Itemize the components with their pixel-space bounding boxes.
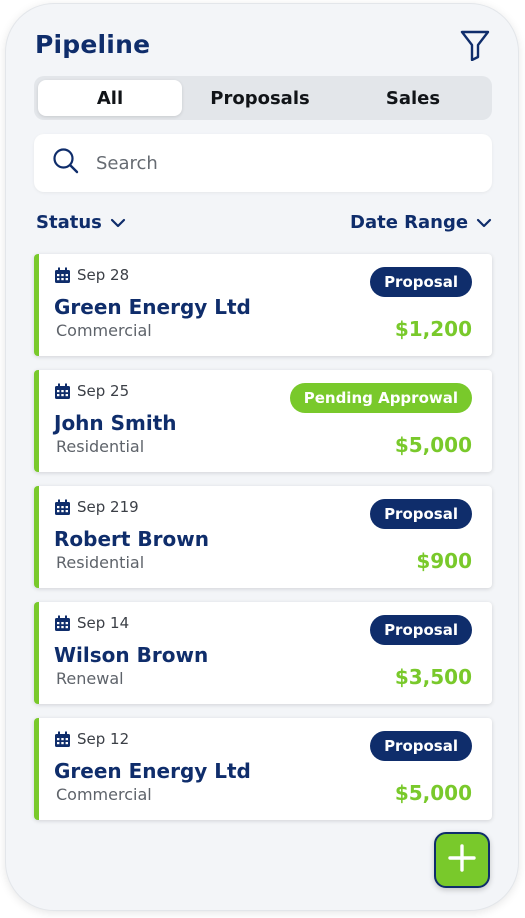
deal-card[interactable]: Sep 25 John Smith Residential Pending Ap…: [34, 370, 492, 472]
status-badge: Proposal: [370, 615, 472, 645]
deal-name: Green Energy Ltd: [54, 295, 251, 319]
date-range-dropdown-label: Date Range: [350, 212, 469, 233]
status-dropdown[interactable]: Status: [36, 212, 126, 233]
deal-date: Sep 12: [54, 730, 129, 748]
deal-date: Sep 25: [54, 382, 129, 400]
page-title: Pipeline: [35, 30, 151, 59]
chevron-down-icon: [476, 218, 492, 228]
deal-date: Sep 28: [54, 266, 129, 284]
filter-icon: [460, 29, 490, 65]
deal-card[interactable]: Sep 28 Green Energy Ltd Commercial Propo…: [34, 254, 492, 356]
deal-type: Residential: [56, 553, 145, 572]
deal-name: Wilson Brown: [54, 643, 209, 667]
deal-date-text: Sep 14: [77, 614, 130, 632]
status-badge: Proposal: [370, 267, 472, 297]
status-dropdown-label: Status: [36, 212, 102, 233]
deal-list: Sep 28 Green Energy Ltd Commercial Propo…: [34, 254, 492, 834]
deal-amount: $5,000: [394, 433, 472, 457]
add-deal-button[interactable]: [434, 832, 490, 888]
calendar-icon: [54, 267, 71, 284]
deal-amount: $3,500: [394, 665, 472, 689]
deal-type: Commercial: [56, 321, 152, 340]
deal-card[interactable]: Sep 14 Wilson Brown Renewal Proposal $3,…: [34, 602, 492, 704]
deal-date-text: Sep 219: [77, 498, 139, 516]
calendar-icon: [54, 731, 71, 748]
deal-amount: $1,200: [394, 317, 472, 341]
deal-type: Renewal: [56, 669, 124, 688]
calendar-icon: [54, 615, 71, 632]
deal-amount: $900: [416, 549, 472, 573]
deal-card[interactable]: Sep 219 Robert Brown Residential Proposa…: [34, 486, 492, 588]
deal-amount: $5,000: [394, 781, 472, 805]
deal-name: John Smith: [54, 411, 177, 435]
app-screen: Pipeline All Proposals Sales Status Date…: [6, 4, 518, 910]
deal-date: Sep 219: [54, 498, 139, 516]
tab-sales[interactable]: Sales: [338, 80, 488, 116]
deal-date-text: Sep 12: [77, 730, 130, 748]
status-badge: Pending Approwal: [289, 383, 472, 413]
deal-type: Residential: [56, 437, 145, 456]
deal-name: Green Energy Ltd: [54, 759, 251, 783]
chevron-down-icon: [110, 218, 126, 228]
calendar-icon: [54, 383, 71, 400]
deal-name: Robert Brown: [54, 527, 209, 551]
status-badge: Proposal: [370, 731, 472, 761]
deal-type: Commercial: [56, 785, 152, 804]
calendar-icon: [54, 499, 71, 516]
search-icon: [52, 147, 80, 179]
date-range-dropdown[interactable]: Date Range: [350, 212, 492, 233]
segmented-tabs: All Proposals Sales: [34, 76, 492, 120]
deal-card[interactable]: Sep 12 Green Energy Ltd Commercial Propo…: [34, 718, 492, 820]
search-bar: [34, 134, 492, 192]
tab-proposals[interactable]: Proposals: [182, 80, 338, 116]
deal-date-text: Sep 28: [77, 266, 130, 284]
status-badge: Proposal: [370, 499, 472, 529]
plus-icon: [447, 843, 477, 877]
filter-button[interactable]: [458, 30, 492, 64]
search-input[interactable]: [94, 151, 438, 175]
deal-date-text: Sep 25: [77, 382, 130, 400]
tab-all[interactable]: All: [38, 80, 182, 116]
deal-date: Sep 14: [54, 614, 129, 632]
